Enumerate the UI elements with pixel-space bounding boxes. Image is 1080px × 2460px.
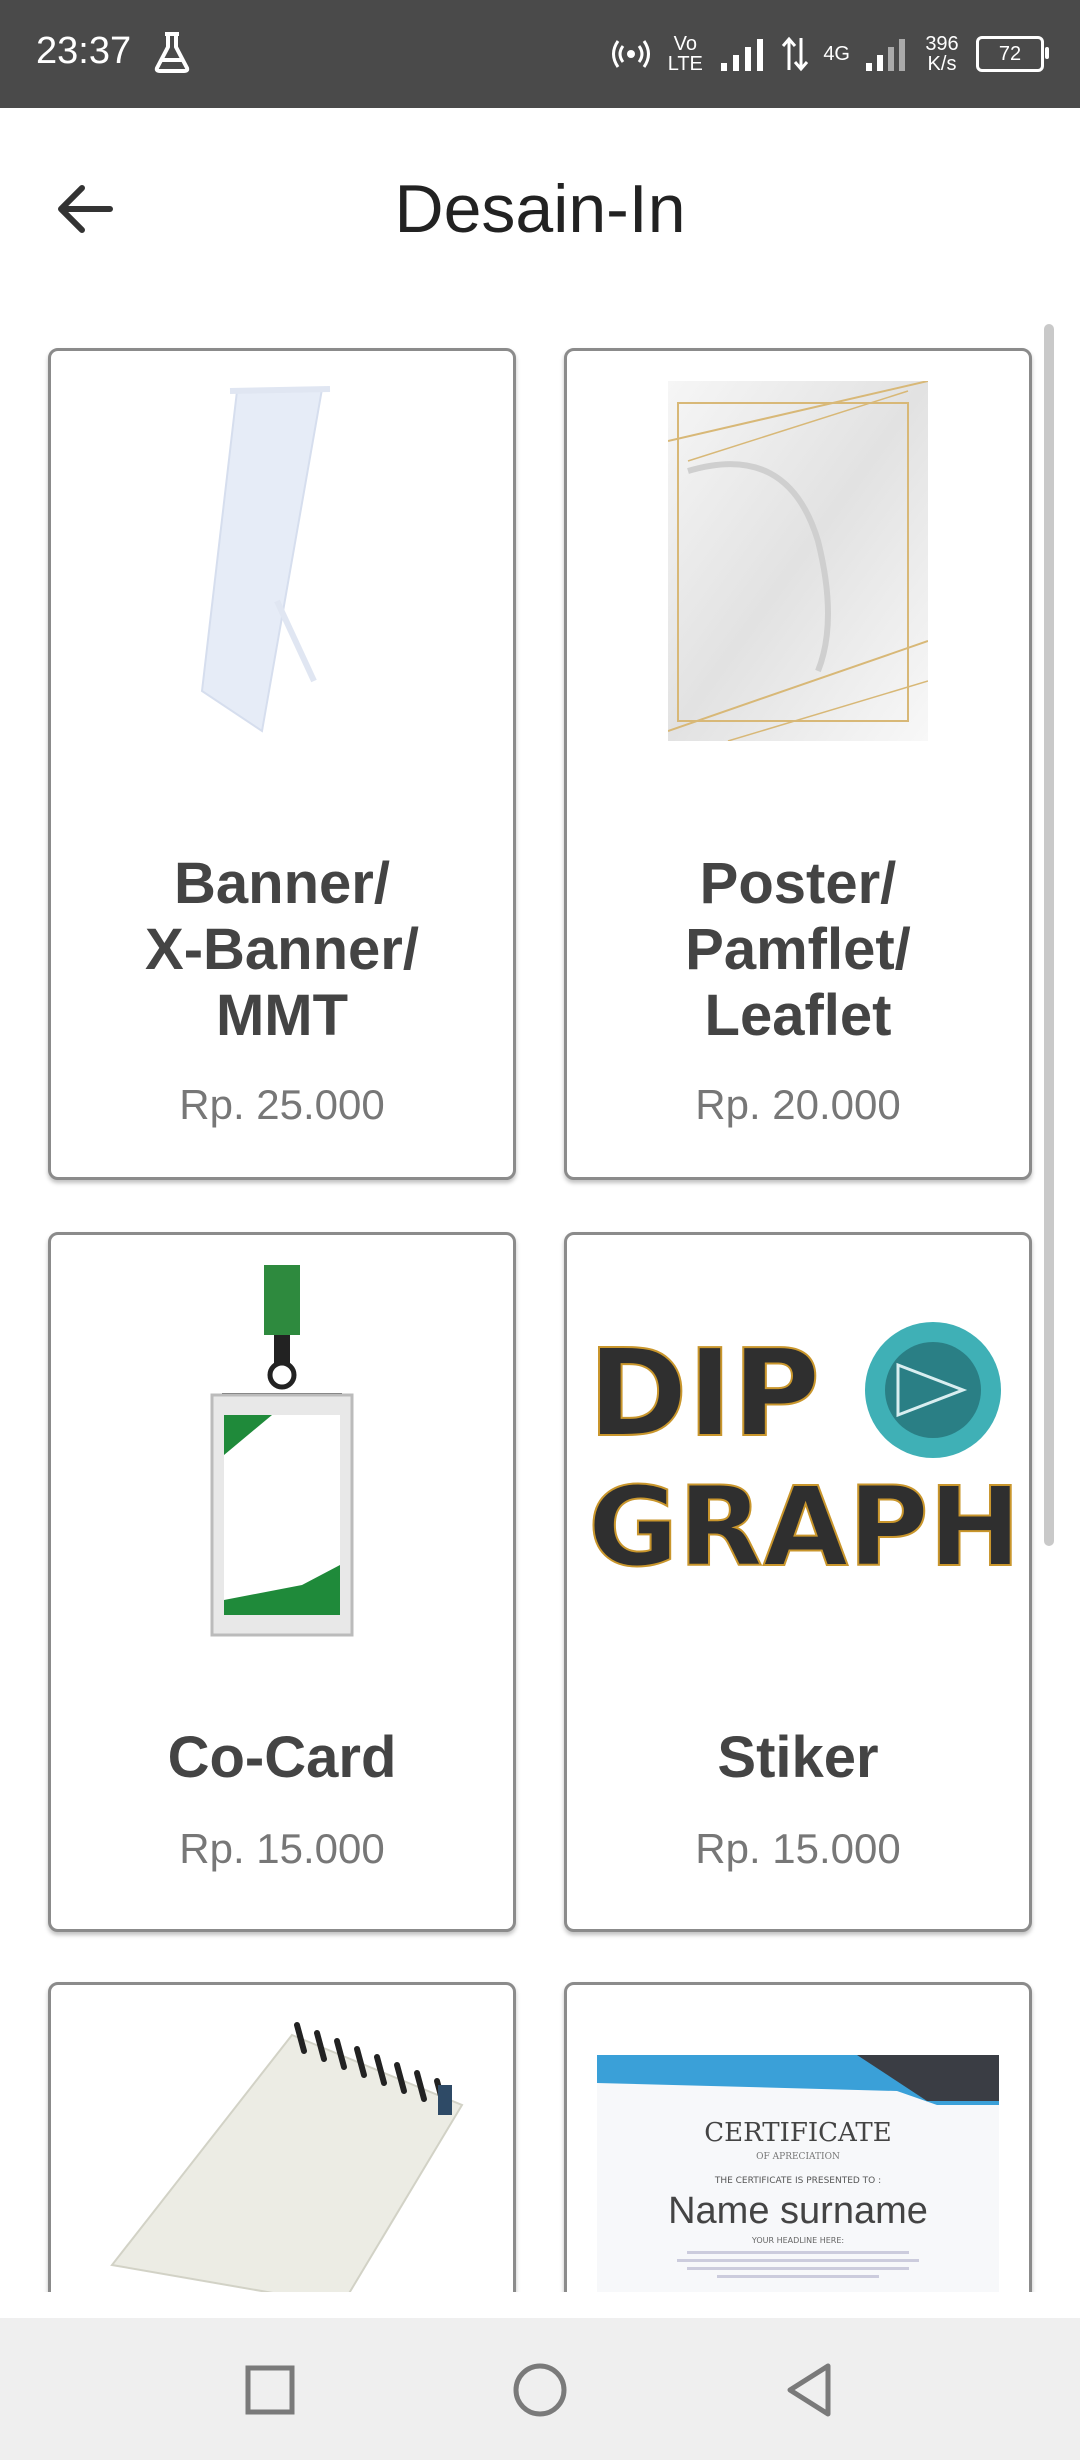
product-card-poster[interactable]: Poster/ Pamflet/ Leaflet Rp. 20.000 bbox=[564, 348, 1032, 1180]
cert-presented: THE CERTIFICATE IS PRESENTED TO : bbox=[714, 2176, 881, 2186]
signal-icon-2 bbox=[866, 39, 905, 71]
product-card-notebook[interactable] bbox=[48, 1982, 516, 2292]
cert-title: CERTIFICATE bbox=[704, 2118, 891, 2148]
battery-level: 72 bbox=[998, 43, 1022, 65]
flask-icon bbox=[154, 32, 190, 73]
stiker-image: DIP GRAPH bbox=[567, 1315, 1029, 1575]
product-name: Poster/ Pamflet/ Leaflet bbox=[685, 851, 911, 1048]
poster-image bbox=[567, 381, 1029, 741]
data-transfer-icon bbox=[782, 36, 809, 72]
product-card-certificate[interactable]: CERTIFICATE OF APRECIATION THE CERTIFICA… bbox=[564, 1982, 1032, 2292]
cert-headline: YOUR HEADLINE HERE: bbox=[751, 2236, 844, 2245]
recent-apps-icon[interactable] bbox=[240, 2360, 300, 2420]
battery-icon: 72 bbox=[976, 36, 1049, 72]
product-price: Rp. 20.000 bbox=[695, 1081, 901, 1128]
network-type: 4G bbox=[823, 43, 850, 65]
hotspot-icon bbox=[612, 40, 651, 68]
product-name: Co-Card bbox=[167, 1725, 397, 1790]
product-price: Rp. 25.000 bbox=[179, 1081, 385, 1128]
signal-icon bbox=[721, 39, 764, 71]
cert-subtitle: OF APRECIATION bbox=[756, 2152, 840, 2162]
dipograph-text-line1: DIP bbox=[588, 1325, 820, 1464]
certificate-image: CERTIFICATE OF APRECIATION THE CERTIFICA… bbox=[597, 2055, 999, 2292]
status-icons: Vo LTE 4G 396 K/s 72 bbox=[611, 24, 1049, 84]
scrollbar[interactable] bbox=[1044, 324, 1054, 1546]
product-price: Rp. 15.000 bbox=[179, 1825, 385, 1872]
status-bar: 23:37 Vo LTE 4G 396 K/s 72 bbox=[0, 0, 1080, 108]
network-speed: 396 K/s bbox=[925, 33, 959, 75]
app-bar: Desain-In bbox=[0, 108, 1080, 308]
product-name: Banner/ X-Banner/ MMT bbox=[145, 851, 419, 1048]
dipograph-text-line2: GRAPH bbox=[588, 1463, 1018, 1575]
product-price: Rp. 15.000 bbox=[695, 1825, 901, 1872]
navigation-bar bbox=[0, 2318, 1080, 2460]
banner-image bbox=[51, 381, 513, 741]
page-title: Desain-In bbox=[394, 171, 686, 247]
cocard-image bbox=[51, 1265, 513, 1645]
product-card-stiker[interactable]: DIP GRAPH Stiker Rp. 15.000 bbox=[564, 1232, 1032, 1932]
home-icon[interactable] bbox=[510, 2360, 570, 2420]
notebook-image bbox=[51, 2015, 513, 2292]
product-card-banner[interactable]: Banner/ X-Banner/ MMT Rp. 25.000 bbox=[48, 348, 516, 1180]
status-time: 23:37 bbox=[36, 30, 132, 72]
back-nav-icon[interactable] bbox=[780, 2360, 840, 2420]
product-card-cocard[interactable]: Co-Card Rp. 15.000 bbox=[48, 1232, 516, 1932]
volte-label: Vo LTE bbox=[667, 33, 703, 75]
product-grid[interactable]: Banner/ X-Banner/ MMT Rp. 25.000 Poster/… bbox=[0, 308, 1080, 2292]
product-name: Stiker bbox=[717, 1725, 879, 1790]
cert-name: Name surname bbox=[668, 2190, 928, 2232]
